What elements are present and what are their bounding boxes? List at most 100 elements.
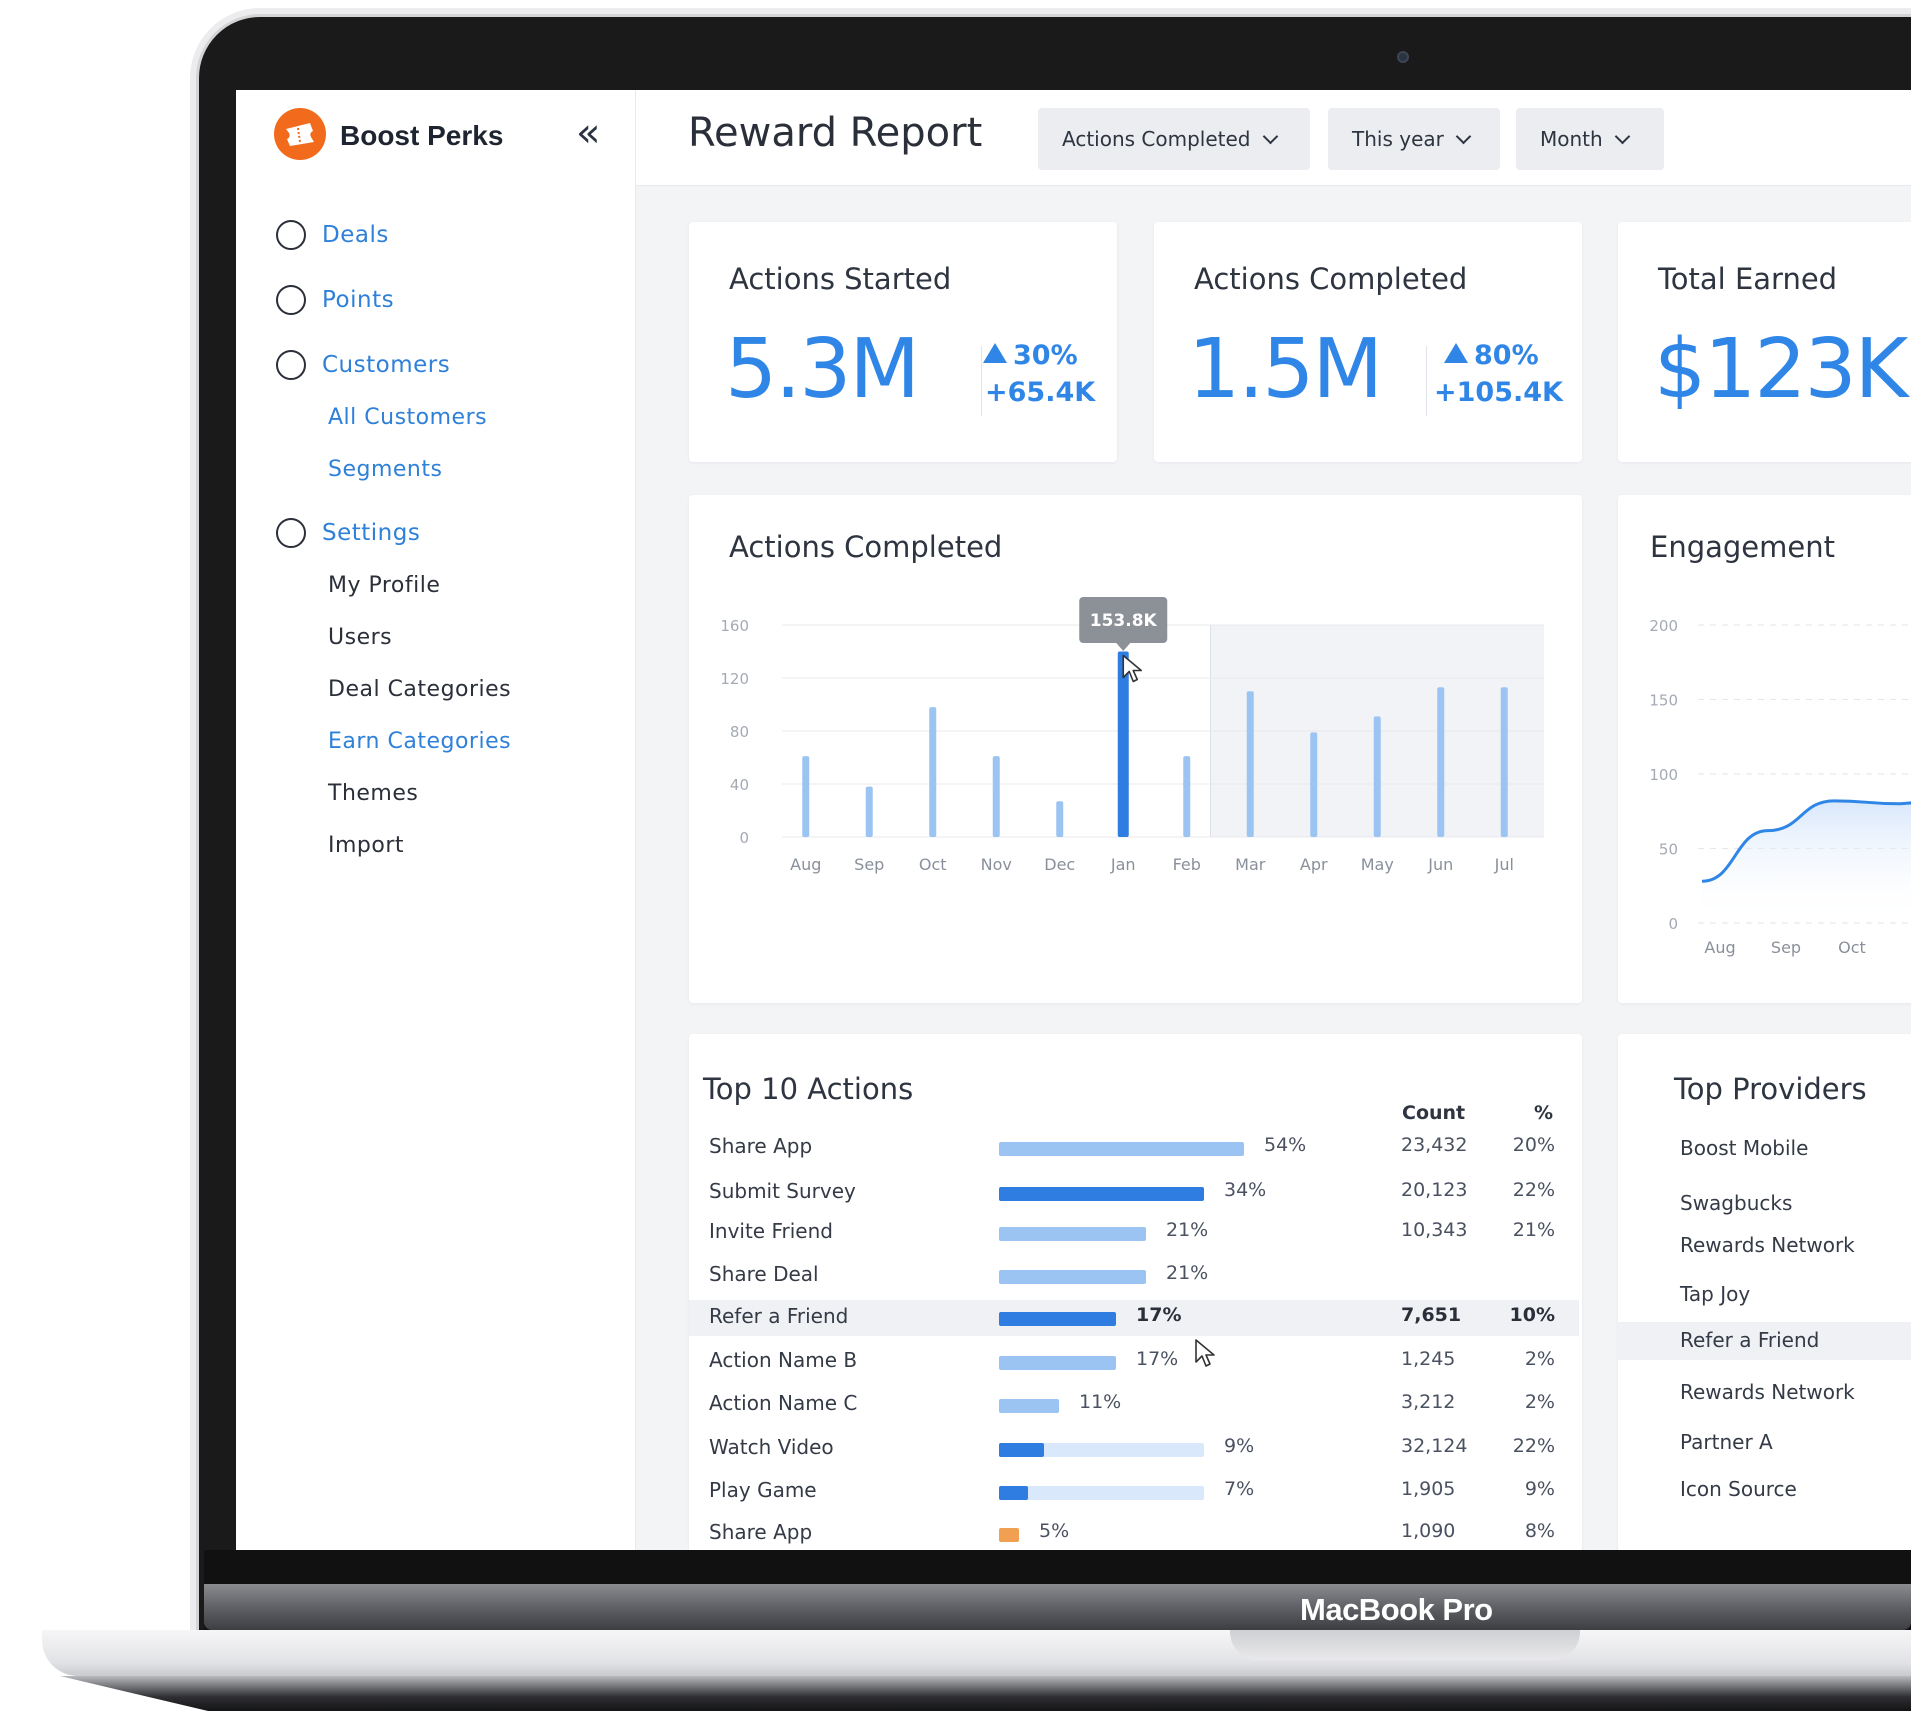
action-share: 10% (1509, 1304, 1555, 1326)
bar-nov (992, 756, 1000, 837)
dropdown-label: Month (1540, 127, 1603, 151)
table-row[interactable]: Share Deal 21% (689, 1258, 1579, 1294)
nav-import[interactable]: Import (328, 833, 404, 858)
nav-earn-categories[interactable]: Earn Categories (328, 729, 511, 754)
provider-row[interactable]: Tap Joy (1618, 1276, 1911, 1314)
kpi-card-total-earned: Total Earned $123K (1618, 222, 1911, 462)
engagement-chart-card: Engagement 050100150200AugSepOctN (1618, 495, 1911, 1003)
bar-track (999, 1486, 1204, 1500)
nav-label: Settings (322, 520, 421, 546)
nav-deals[interactable]: Deals (276, 220, 389, 250)
engagement-area (1702, 800, 1911, 923)
laptop-base-shadow (60, 1676, 1911, 1711)
table-row[interactable]: Invite Friend 21% 10,343 21% (689, 1215, 1579, 1251)
y-tick-label: 200 (1649, 617, 1678, 635)
provider-row[interactable]: Rewards Network (1618, 1374, 1911, 1412)
ticket-icon (286, 123, 314, 146)
y-tick-label: 120 (720, 670, 749, 688)
action-bar (999, 1528, 1019, 1542)
camera-icon (1397, 51, 1409, 63)
table-row[interactable]: Submit Survey 34% 20,123 22% (689, 1175, 1579, 1211)
action-percent: 11% (1079, 1391, 1122, 1413)
chevron-down-icon (1614, 128, 1630, 144)
action-percent: 9% (1224, 1435, 1255, 1457)
y-tick-label: 50 (1659, 841, 1678, 859)
bar-sep (865, 786, 873, 837)
table-row[interactable]: Share App 54% 23,432 20% (689, 1130, 1579, 1166)
nav-label: Points (322, 287, 395, 313)
sidebar: Boost Perks « Deals Points Customers All… (236, 90, 636, 1550)
x-tick-label: Aug (1704, 938, 1735, 957)
column-header-count: Count (1402, 1102, 1466, 1124)
bar-oct (929, 707, 937, 837)
nav-segments[interactable]: Segments (328, 457, 442, 482)
nav-themes[interactable]: Themes (328, 781, 418, 806)
x-tick-label: Jul (1494, 855, 1514, 874)
table-row[interactable]: Watch Video 9% 32,124 22% (689, 1431, 1579, 1467)
provider-row[interactable]: Boost Mobile (1618, 1130, 1911, 1168)
action-name: Invite Friend (709, 1219, 833, 1243)
table-row[interactable]: Refer a Friend 17% 7,651 10% (689, 1300, 1579, 1336)
action-share: 8% (1524, 1520, 1555, 1542)
action-name: Watch Video (709, 1435, 834, 1459)
period-dropdown[interactable]: This year (1328, 108, 1500, 170)
laptop-base (42, 1630, 1911, 1676)
circle-icon (276, 350, 306, 380)
x-tick-label: Feb (1173, 855, 1201, 874)
kpi-value: 1.5M (1188, 322, 1383, 417)
action-count: 1,245 (1401, 1348, 1456, 1370)
bar-chart: 0 40 80 120 160 Aug Sep Oct Nov Dec Jan Feb Mar Apr Ma… (720, 597, 1544, 874)
nav-all-customers[interactable]: All Customers (328, 405, 487, 430)
y-tick-label: 150 (1649, 692, 1678, 710)
action-share: 21% (1512, 1219, 1555, 1241)
action-percent: 21% (1166, 1262, 1209, 1284)
provider-row[interactable]: Swagbucks (1618, 1185, 1911, 1223)
circle-icon (276, 285, 306, 315)
nav-label: Deals (322, 222, 389, 248)
metric-dropdown[interactable]: Actions Completed (1038, 108, 1310, 170)
action-percent: 17% (1136, 1348, 1179, 1370)
provider-row[interactable]: Icon Source (1618, 1471, 1911, 1509)
mouse-pointer-icon (1195, 1339, 1215, 1367)
y-tick-label: 100 (1649, 766, 1678, 784)
y-tick-label: 80 (730, 723, 749, 741)
action-percent: 5% (1039, 1520, 1070, 1542)
action-count: 3,212 (1401, 1391, 1456, 1413)
collapse-sidebar-icon[interactable]: « (576, 110, 600, 156)
table-row[interactable]: Share App 5% 1,090 8% (689, 1516, 1579, 1550)
nav-points[interactable]: Points (276, 285, 394, 315)
bar-aug (802, 756, 810, 837)
provider-name: Swagbucks (1680, 1191, 1793, 1215)
nav-settings[interactable]: Settings (276, 518, 420, 548)
provider-name: Rewards Network (1680, 1233, 1855, 1257)
nav-deal-categories[interactable]: Deal Categories (328, 677, 511, 702)
area-chart: 050100150200AugSepOctN (1649, 617, 1911, 957)
provider-name: Partner A (1680, 1430, 1773, 1454)
action-name: Play Game (709, 1478, 817, 1502)
provider-row[interactable]: Refer a Friend (1618, 1322, 1911, 1360)
action-percent: 21% (1166, 1219, 1209, 1241)
table-row[interactable]: Action Name C 11% 3,212 2% (689, 1387, 1579, 1423)
x-tick-label: Aug (790, 855, 821, 874)
top-actions-card: Top 10 Actions Count % Share App 54% 23,43… (689, 1034, 1582, 1550)
action-bar (999, 1356, 1116, 1370)
action-name: Share App (709, 1520, 813, 1544)
nav-users[interactable]: Users (328, 625, 392, 650)
table-row[interactable]: Play Game 7% 1,905 9% (689, 1474, 1579, 1510)
brand-name: Boost Perks (340, 120, 504, 151)
granularity-dropdown[interactable]: Month (1516, 108, 1664, 170)
dropdown-label: This year (1352, 127, 1444, 151)
action-bar (999, 1270, 1146, 1284)
chevron-down-icon (1262, 128, 1278, 144)
x-tick-label: May (1361, 855, 1394, 874)
provider-row[interactable]: Rewards Network (1618, 1227, 1911, 1265)
nav-customers[interactable]: Customers (276, 350, 450, 380)
provider-row[interactable]: Partner A (1618, 1424, 1911, 1462)
kpi-change-delta: +105.4K (1434, 377, 1563, 408)
table-row[interactable]: Action Name B 17% 1,245 2% (689, 1344, 1579, 1380)
nav-my-profile[interactable]: My Profile (328, 573, 440, 598)
page-title: Reward Report (688, 110, 983, 156)
circle-icon (276, 220, 306, 250)
action-bar (999, 1142, 1244, 1156)
x-tick-label: Jun (1427, 855, 1453, 874)
